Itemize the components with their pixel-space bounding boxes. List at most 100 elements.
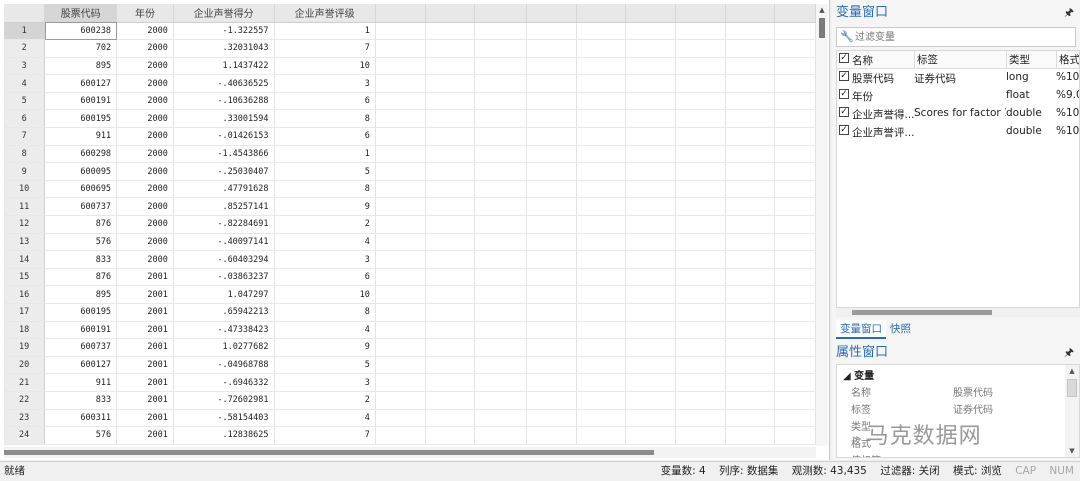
table-cell[interactable]: 5 [274,356,376,375]
empty-cell[interactable] [675,268,726,287]
table-cell[interactable]: 10 [274,57,376,76]
empty-cell[interactable] [526,39,577,58]
empty-cell[interactable] [375,197,426,217]
empty-cell[interactable] [625,268,676,287]
empty-cell[interactable] [725,92,776,111]
empty-cell[interactable] [625,109,676,129]
empty-cell[interactable] [425,145,476,164]
empty-cell[interactable] [425,39,476,58]
property-value[interactable]: 股票代码 [953,384,993,399]
empty-cell[interactable] [526,250,577,269]
empty-cell[interactable] [474,391,527,410]
property-value[interactable]: 证券代码 [953,401,993,416]
collapse-triangle-icon[interactable]: ◢ [843,371,854,382]
table-cell[interactable]: .85257141 [173,197,275,217]
row-number[interactable]: 20 [4,356,46,375]
corner-cell[interactable] [4,4,46,23]
empty-cell[interactable] [625,39,676,58]
table-cell[interactable]: 4 [274,409,376,428]
row-number[interactable]: 21 [4,373,46,392]
empty-cell[interactable] [576,57,627,76]
empty-cell[interactable] [375,162,426,181]
empty-cell[interactable] [425,373,476,392]
table-cell[interactable]: -.40636525 [173,74,275,93]
table-cell[interactable]: 2001 [116,303,174,322]
empty-cell[interactable] [375,303,426,322]
empty-cell[interactable] [725,356,776,375]
table-cell[interactable]: 7 [274,39,376,58]
empty-cell[interactable] [576,109,627,129]
empty-cell[interactable] [425,303,476,322]
empty-cell[interactable] [375,391,426,410]
empty-cell[interactable] [725,180,776,199]
empty-cell[interactable] [625,180,676,199]
table-cell[interactable]: 3 [274,74,376,93]
empty-cell[interactable] [425,197,476,217]
pin-icon[interactable]: 🖈 [1064,0,1074,26]
table-cell[interactable]: 600191 [44,92,118,111]
empty-cell[interactable] [625,250,676,269]
empty-cell[interactable] [526,215,577,234]
scroll-thumb[interactable] [852,310,992,315]
table-cell[interactable]: 2000 [116,74,174,93]
empty-cell[interactable] [625,127,676,146]
empty-cell[interactable] [526,180,577,199]
table-cell[interactable]: 833 [44,250,118,269]
empty-cell[interactable] [474,356,527,375]
empty-column-header[interactable] [774,4,816,23]
empty-cell[interactable] [774,145,816,164]
scroll-up-arrow-icon[interactable]: ▲ [816,4,828,16]
empty-cell[interactable] [375,22,426,41]
table-cell[interactable]: 2000 [116,57,174,76]
empty-cell[interactable] [625,356,676,375]
empty-cell[interactable] [625,215,676,234]
table-cell[interactable]: -.6946332 [173,373,275,392]
table-cell[interactable]: 2000 [116,145,174,164]
row-number[interactable]: 8 [4,145,46,164]
empty-cell[interactable] [625,426,676,445]
empty-cell[interactable] [474,127,527,146]
data-editor-grid[interactable]: 股票代码 年份 企业声誉得分 企业声誉评级 1 600238 2000 -1.3225… [0,0,830,460]
variables-horizontal-scrollbar[interactable] [836,308,1080,317]
empty-cell[interactable] [526,57,577,76]
properties-section[interactable]: ◢ 变量 [837,365,1079,382]
empty-cell[interactable] [576,215,627,234]
empty-cell[interactable] [425,233,476,252]
variable-checkbox[interactable]: ✓ [839,71,849,81]
empty-cell[interactable] [725,285,776,304]
table-cell[interactable]: 1.0277682 [173,338,275,357]
empty-cell[interactable] [725,162,776,181]
empty-cell[interactable] [474,373,527,392]
empty-cell[interactable] [625,409,676,428]
variable-checkbox[interactable]: ✓ [839,89,849,99]
empty-column-header[interactable] [576,4,627,23]
empty-cell[interactable] [774,391,816,410]
empty-cell[interactable] [526,233,577,252]
empty-cell[interactable] [725,338,776,357]
empty-cell[interactable] [774,409,816,428]
empty-cell[interactable] [725,268,776,287]
empty-cell[interactable] [675,109,726,129]
empty-cell[interactable] [576,39,627,58]
table-cell[interactable]: 6 [274,127,376,146]
empty-cell[interactable] [474,162,527,181]
empty-cell[interactable] [725,39,776,58]
empty-cell[interactable] [576,268,627,287]
empty-cell[interactable] [675,426,726,445]
empty-cell[interactable] [725,409,776,428]
variable-row[interactable]: ✓ 股票代码 证券代码 long %10 [837,69,1079,87]
empty-cell[interactable] [526,303,577,322]
table-cell[interactable]: -.47338423 [173,321,275,340]
table-cell[interactable]: 2000 [116,180,174,199]
table-cell[interactable]: .32031043 [173,39,275,58]
scroll-thumb[interactable] [1067,379,1077,397]
table-cell[interactable]: 2000 [116,127,174,146]
empty-cell[interactable] [625,338,676,357]
empty-cell[interactable] [774,373,816,392]
empty-cell[interactable] [526,391,577,410]
empty-column-header[interactable] [725,4,776,23]
empty-cell[interactable] [725,215,776,234]
properties-vertical-scrollbar[interactable]: ▲ ▼ [1065,365,1079,457]
table-cell[interactable]: 7 [274,426,376,445]
empty-cell[interactable] [375,321,426,340]
